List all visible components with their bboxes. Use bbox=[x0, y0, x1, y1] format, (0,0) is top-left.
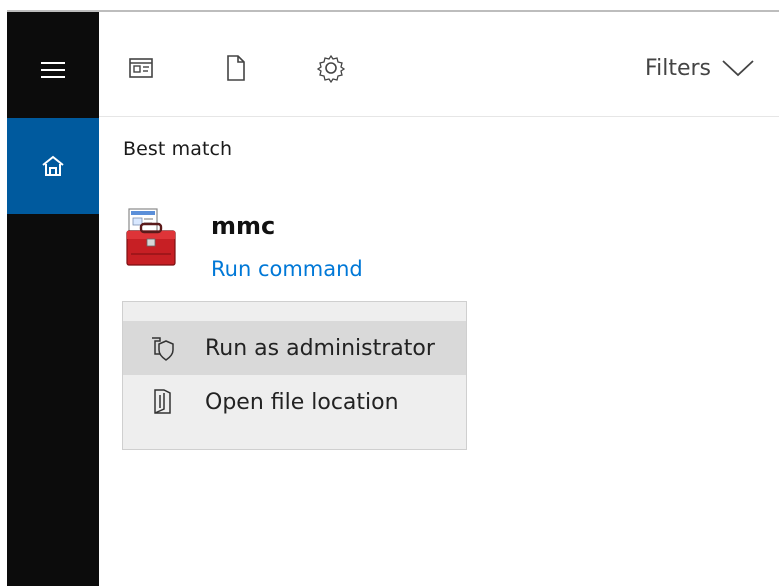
best-match-title[interactable]: mmc bbox=[211, 212, 275, 240]
admin-shield-icon bbox=[147, 331, 181, 365]
search-panel: Filters Best match mmc Run command Run a… bbox=[7, 10, 779, 586]
settings-filter-button[interactable] bbox=[313, 50, 349, 86]
apps-icon bbox=[129, 58, 153, 78]
apps-filter-button[interactable] bbox=[123, 50, 159, 86]
best-match-heading: Best match bbox=[123, 138, 233, 160]
run-as-administrator-menu-item[interactable]: Run as administrator bbox=[123, 321, 466, 375]
toolbox-icon bbox=[126, 208, 176, 266]
home-icon bbox=[42, 155, 64, 176]
search-toolbar: Filters bbox=[99, 12, 779, 117]
filters-dropdown[interactable]: Filters bbox=[645, 52, 755, 84]
open-folder-icon bbox=[147, 385, 181, 419]
open-file-location-menu-item[interactable]: Open file location bbox=[123, 375, 466, 429]
chevron-down-icon bbox=[722, 60, 754, 77]
menu-button[interactable] bbox=[7, 22, 99, 118]
document-icon bbox=[227, 55, 245, 81]
search-results-area: Filters Best match mmc Run command Run a… bbox=[99, 12, 779, 586]
mmc-app-icon[interactable] bbox=[123, 208, 183, 270]
settings-icon bbox=[316, 54, 346, 84]
documents-filter-button[interactable] bbox=[217, 50, 253, 86]
run-as-administrator-label: Run as administrator bbox=[205, 335, 435, 361]
open-file-location-label: Open file location bbox=[205, 389, 399, 415]
best-match-type[interactable]: Run command bbox=[211, 257, 363, 281]
left-rail bbox=[7, 12, 99, 586]
hamburger-menu-icon bbox=[41, 62, 65, 78]
filters-label: Filters bbox=[645, 55, 711, 81]
home-button[interactable] bbox=[7, 118, 99, 214]
context-menu: Run as administrator Open file location bbox=[122, 301, 467, 450]
